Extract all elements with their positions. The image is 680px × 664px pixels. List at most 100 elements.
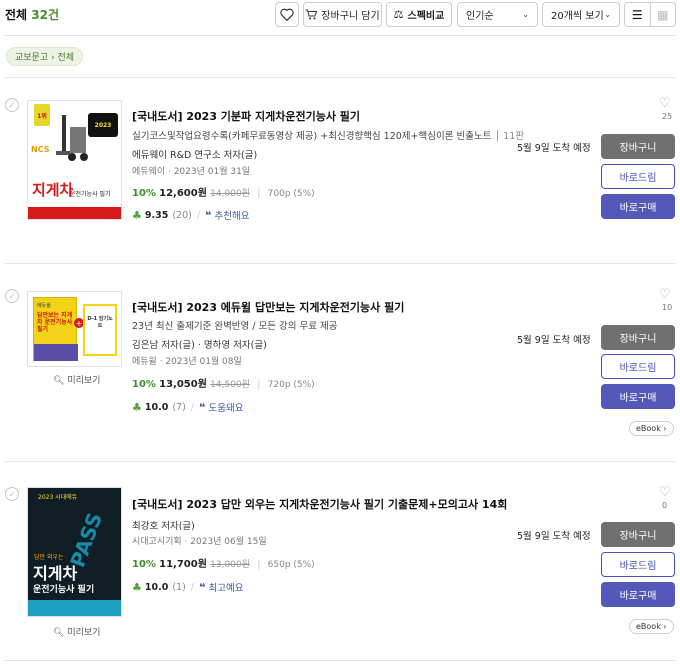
cover-brand-text: 에듀윌 (37, 303, 51, 309)
cover-brand: 에듀윌 (37, 302, 51, 309)
cover-subtitle: 운전기능사 필기 (70, 189, 111, 198)
book-cover[interactable]: 2023 시대에듀 PASS 답만 외우는 지게차 운전기능사 필기 (27, 487, 122, 617)
product-item: ✓ 에듀윌 답만보는 지게차 운전기능사 필기 + D-1 암기노트 🔍︎ 미리… (0, 287, 680, 447)
original-price: 14,000원 (210, 189, 250, 199)
divider (5, 77, 675, 78)
select-checkbox[interactable]: ✓ (5, 487, 19, 501)
quote-icon: ❝ (199, 400, 206, 414)
total-count-value: 32건 (31, 8, 60, 22)
preview-link[interactable]: 🔍︎ 미리보기 (53, 373, 100, 386)
cover-subtitle-text: 운전기능사 필기 (33, 585, 95, 595)
product-price: 10% 12,600원 14,000원 | 700p (5%) (132, 184, 315, 199)
ebook-link[interactable]: eBook › (629, 421, 674, 436)
clover-icon: ♣ (132, 208, 142, 222)
sale-price: 13,050원 (159, 379, 207, 390)
purchase-label: 바로구매 (619, 393, 657, 404)
result-toolbar: 전체 32건 장바구니 담기 ⚖ 스펙비교 인기순 ⌄ 20개씩 보기 ⌄ ☰ … (0, 0, 680, 30)
wishlist-button[interactable] (275, 2, 299, 27)
product-rating[interactable]: ♣ 10.0 (1) / ❝ 최고예요 (132, 580, 243, 595)
cover-title: 지게차 (32, 179, 73, 200)
purchase-button[interactable]: 바로구매 (601, 194, 675, 219)
heart-icon[interactable]: ♡ (659, 287, 671, 302)
buy-now-button[interactable]: 바로드림 (601, 552, 675, 577)
cart-button[interactable]: 장바구니 (601, 134, 675, 159)
forklift-illustration (56, 115, 88, 167)
product-rating[interactable]: ♣ 9.35 (20) / ❝ 추천해요 (132, 208, 250, 223)
list-view-button[interactable]: ☰ (625, 3, 651, 26)
book-supplement: D-1 암기노트 (83, 304, 117, 356)
cart-button-label: 장바구니 (619, 531, 657, 542)
cover-band (34, 344, 78, 361)
cover-subtitle: 운전기능사 필기 (33, 582, 94, 595)
heart-icon (280, 8, 294, 21)
product-title[interactable]: [국내도서] 2023 기분파 지게차운전기능사 필기 (132, 108, 360, 124)
product-title[interactable]: [국내도서] 2023 에듀윌 답만보는 지게차운전기능사 필기 (132, 299, 404, 315)
preview-label: 미리보기 (67, 376, 101, 386)
preview-link[interactable]: 🔍︎ 미리보기 (53, 625, 100, 638)
like-count: 25 (662, 112, 673, 121)
add-to-cart-label: 장바구니 담기 (321, 11, 380, 22)
supplement-title: D-1 암기노트 (87, 316, 113, 330)
supplement-title-text: D-1 암기노트 (87, 316, 113, 329)
total-label: 전체 (5, 8, 28, 22)
purchase-button[interactable]: 바로구매 (601, 384, 675, 409)
product-author[interactable]: 최강호 저자(글) (132, 518, 195, 532)
sort-select[interactable]: 인기순 ⌄ (457, 2, 538, 27)
book-front: 에듀윌 답만보는 지게차 운전기능사 필기 (33, 297, 78, 361)
cart-icon (305, 9, 318, 20)
product-author[interactable]: 김은남 저자(글) · 명하영 저자(글) (132, 337, 267, 351)
product-publisher-date: 시대고시기획 · 2023년 06월 15일 (132, 537, 267, 547)
delivery-estimate: 5월 9일 도착 예정 (517, 335, 591, 346)
product-title[interactable]: [국내도서] 2023 답만 외우는 지게차운전기능사 필기 기출문제+모의고사… (132, 496, 507, 512)
cover-band (28, 600, 121, 616)
buy-now-label: 바로드림 (619, 561, 657, 572)
add-to-cart-button[interactable]: 장바구니 담기 (303, 2, 382, 27)
product-subtitle: 실기코스및작업요령수록(카페무료동영상 제공) +최신경향핵심 120제+핵심이… (132, 128, 524, 142)
heart-icon[interactable]: ♡ (659, 485, 671, 500)
purchase-label: 바로구매 (619, 203, 657, 214)
like-count: 10 (662, 303, 673, 312)
grid-icon: ▦ (657, 7, 669, 22)
delivery-estimate: 5월 9일 도착 예정 (517, 143, 591, 154)
per-page-select[interactable]: 20개씩 보기 ⌄ (542, 2, 620, 27)
sale-price: 11,700원 (159, 559, 207, 570)
buy-now-button[interactable]: 바로드림 (601, 354, 675, 379)
magnifier-icon: 🔍︎ (53, 628, 65, 638)
divider (5, 660, 675, 661)
cart-button-label: 장바구니 (619, 143, 657, 154)
product-author[interactable]: 에듀웨이 R&D 연구소 저자(글) (132, 147, 257, 161)
product-rating[interactable]: ♣ 10.0 (7) / ❝ 도움돼요 (132, 400, 243, 415)
purchase-button[interactable]: 바로구매 (601, 582, 675, 607)
ebook-link[interactable]: eBook › (629, 619, 674, 634)
cover-subtitle-text: 운전기능사 필기 (70, 191, 111, 198)
breadcrumb-label: 교보문고 › 전체 (15, 53, 75, 63)
select-checkbox[interactable]: ✓ (5, 289, 19, 303)
list-icon: ☰ (631, 7, 643, 22)
grid-view-button[interactable]: ▦ (651, 3, 676, 26)
review-count: (1) (172, 581, 186, 593)
magnifier-icon: 🔍︎ (53, 376, 65, 386)
cart-button[interactable]: 장바구니 (601, 325, 675, 350)
clover-icon: ♣ (132, 580, 142, 594)
separator: / (190, 401, 194, 413)
rating-score: 9.35 (144, 209, 169, 221)
book-cover[interactable]: 에듀윌 답만보는 지게차 운전기능사 필기 + D-1 암기노트 (27, 291, 122, 367)
cover-title-text: 지게차 (33, 564, 78, 583)
total-count: 전체 32건 (5, 6, 59, 23)
buy-now-button[interactable]: 바로드림 (601, 164, 675, 189)
reward-points: 700p (5%) (267, 189, 315, 199)
delivery-estimate: 5월 9일 도착 예정 (517, 531, 591, 542)
discount-rate: 10% (132, 188, 156, 199)
original-price: 13,000원 (210, 560, 250, 570)
breadcrumb[interactable]: 교보문고 › 전체 (6, 47, 84, 66)
chevron-right-icon: › (660, 622, 667, 631)
cover-brand-text: 2023 시대에듀 (38, 494, 78, 501)
cover-brand: 2023 시대에듀 (38, 492, 77, 501)
book-cover[interactable]: 1위 2023 NCS 지게차 운전기능사 필기 (27, 100, 122, 220)
review-keyword: 추천해요 (214, 211, 250, 222)
select-checkbox[interactable]: ✓ (5, 98, 19, 112)
chevron-down-icon: ⌄ (604, 10, 611, 19)
cart-button[interactable]: 장바구니 (601, 522, 675, 547)
heart-icon[interactable]: ♡ (659, 96, 671, 111)
spec-compare-button[interactable]: ⚖ 스펙비교 (386, 2, 452, 27)
